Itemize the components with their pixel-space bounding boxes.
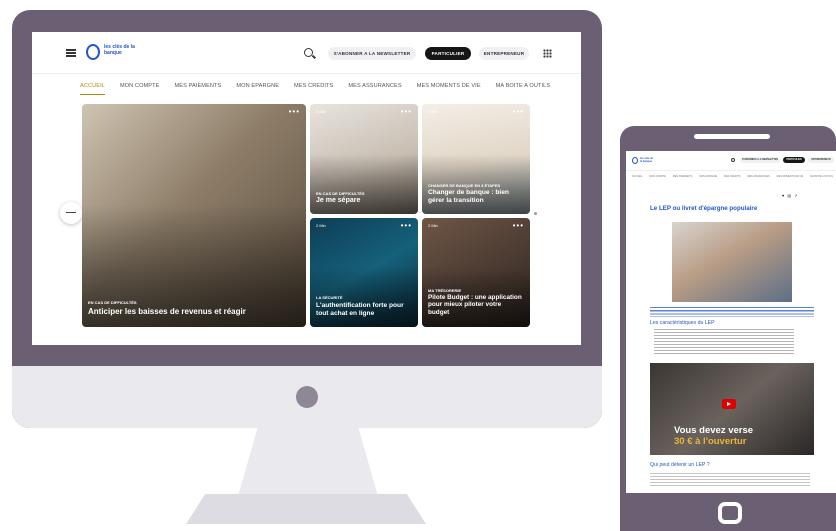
newsletter-button[interactable]: S'ABONNER A LA NEWSLETTER — [740, 157, 780, 163]
device-speaker — [694, 134, 770, 139]
card-read-time: 2 Min — [316, 223, 326, 228]
particulier-button[interactable]: PARTICULIER — [783, 157, 805, 163]
nav-item-mon-compte[interactable]: MON COMPTE — [120, 83, 160, 95]
nav-item-mes-paiements[interactable]: MES PAIEMENTS — [673, 175, 692, 181]
apps-grid-icon[interactable] — [543, 49, 552, 58]
paragraph-lines — [650, 473, 810, 487]
nav-item-mes-assurances[interactable]: MES ASSURANCES — [348, 83, 401, 95]
article-intro-text-lines — [650, 307, 814, 317]
logo-icon[interactable] — [86, 44, 100, 60]
more-options-icon[interactable]: ••• — [289, 108, 300, 116]
card-read-time: 6 Min — [316, 109, 326, 114]
desktop-screen: les clés de la banque S'ABONNER A LA NEW… — [32, 32, 581, 345]
article-card-main[interactable]: ••• EN CAS DE DIFFICULTÉS Anticiper les … — [82, 104, 306, 327]
particulier-button[interactable]: PARTICULIER — [425, 47, 471, 60]
newsletter-button[interactable]: S'ABONNER A LA NEWSLETTER — [328, 47, 416, 60]
nav-item-mes-credits[interactable]: MES CREDITS — [724, 175, 740, 181]
hamburger-menu-icon[interactable] — [66, 49, 76, 57]
play-button-icon[interactable] — [722, 399, 736, 409]
card-read-time: 2 Min — [428, 223, 438, 228]
article-photo — [672, 222, 792, 302]
main-nav: ACCUEIL MON COMPTE MES PAIEMENTS MON EPA… — [80, 83, 550, 95]
card-title[interactable]: Je me sépare — [316, 197, 412, 205]
home-button-icon — [718, 502, 742, 524]
nav-item-mes-assurances[interactable]: MES ASSURANCES — [747, 175, 769, 181]
article-card-2[interactable]: 2 Min ••• CHANGER DE BANQUE EN 3 ÉTAPES … — [422, 104, 530, 214]
mobile-main-nav: ACCUEIL MON COMPTE MES PAIEMENTS MON EPA… — [632, 175, 836, 181]
logo-icon[interactable] — [632, 157, 638, 164]
search-icon[interactable] — [304, 48, 313, 57]
video-player[interactable]: Vous devez verse 30 € à l'ouvertur — [650, 363, 814, 455]
monitor-stand — [238, 428, 378, 496]
nav-item-ma-boite-a-outils[interactable]: MA BOITE A OUTILS — [810, 175, 833, 181]
card-title[interactable]: Pilote Budget : une application pour mie… — [428, 294, 524, 316]
nav-item-mon-compte[interactable]: MON COMPTE — [649, 175, 665, 181]
logo-text[interactable]: les clés de la banque — [640, 157, 654, 163]
nav-item-accueil[interactable]: ACCUEIL — [80, 83, 105, 95]
carousel-prev-arrow-icon[interactable] — [60, 202, 82, 224]
article-card-3[interactable]: 2 Min ••• LA SÉCURITÉ L'authentification… — [310, 218, 418, 327]
mobile-site-header: les clés de la banque S'ABONNER A LA NEW… — [626, 151, 836, 171]
video-caption-line-2: 30 € à l'ouvertur — [674, 436, 747, 448]
nav-item-mon-epargne[interactable]: MON EPARGNE — [699, 175, 717, 181]
search-icon[interactable] — [731, 158, 735, 162]
article-card-4[interactable]: 2 Min ••• MA TRÉSORERIE Pilote Budget : … — [422, 218, 530, 327]
article-title: Le LEP ou livret d'épargne populaire — [650, 205, 758, 212]
characteristics-list-lines — [654, 329, 794, 355]
monitor-stand-base — [186, 494, 426, 524]
entrepreneur-button[interactable]: ENTREPRENEUR — [479, 47, 529, 60]
mobile-screen: les clés de la banque S'ABONNER A LA NEW… — [626, 151, 836, 493]
question-heading: Qui peut détenir un LEP ? — [650, 462, 710, 468]
card-category: MA TRÉSORERIE — [428, 288, 462, 293]
more-options-icon[interactable]: ••• — [401, 222, 412, 230]
card-category: LA SÉCURITÉ — [316, 295, 343, 300]
article-actions[interactable]: ♥▤↗ — [782, 193, 801, 198]
section-heading: Les caractéristiques du LEP — [650, 320, 715, 326]
video-caption-line-1: Vous devez verse — [674, 425, 754, 436]
entrepreneur-button[interactable]: ENTREPRENEUR — [808, 157, 834, 163]
article: ♥▤↗ Le LEP ou livret d'épargne populaire… — [650, 191, 814, 491]
card-title[interactable]: L'authentification forte pour tout achat… — [316, 302, 412, 317]
card-category: CHANGER DE BANQUE EN 3 ÉTAPES — [428, 183, 501, 188]
card-title[interactable]: Anticiper les baisses de revenus et réag… — [88, 307, 300, 316]
nav-item-mes-paiements[interactable]: MES PAIEMENTS — [175, 83, 222, 95]
nav-item-accueil[interactable]: ACCUEIL — [632, 175, 642, 181]
nav-item-mon-epargne[interactable]: MON EPARGNE — [236, 83, 279, 95]
video-caption: Vous devez verse 30 € à l'ouvertur — [674, 425, 753, 448]
card-read-time: 2 Min — [428, 109, 438, 114]
nav-item-mes-moments-de-vie[interactable]: MES MOMENTS DE VIE — [417, 83, 481, 95]
nav-item-ma-boite-a-outils[interactable]: MA BOITE A OUTILS — [496, 83, 551, 95]
more-options-icon[interactable]: ••• — [513, 222, 524, 230]
nav-item-mes-moments-de-vie[interactable]: MES MOMENTS DE VIE — [777, 175, 804, 181]
power-button — [296, 386, 318, 408]
logo-text[interactable]: les clés de la banque — [104, 44, 140, 56]
more-options-icon[interactable]: ••• — [513, 108, 524, 116]
nav-item-mes-credits[interactable]: MES CREDITS — [294, 83, 333, 95]
carousel-next-dot[interactable] — [534, 212, 537, 215]
card-title[interactable]: Changer de banque : bien gérer la transi… — [428, 189, 524, 204]
card-category: EN CAS DE DIFFICULTÉS — [88, 300, 137, 305]
site-header: les clés de la banque S'ABONNER A LA NEW… — [32, 32, 581, 74]
card-category: EN CAS DE DIFFICULTÉS — [316, 191, 365, 196]
article-card-1[interactable]: 6 Min ••• EN CAS DE DIFFICULTÉS Je me sé… — [310, 104, 418, 214]
more-options-icon[interactable]: ••• — [401, 108, 412, 116]
